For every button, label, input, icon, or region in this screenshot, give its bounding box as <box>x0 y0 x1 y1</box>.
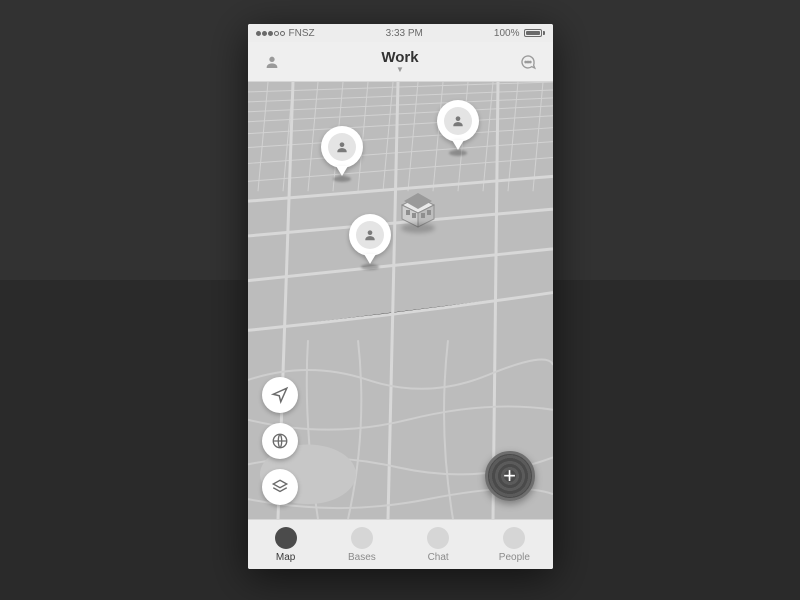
map-tools <box>262 377 298 505</box>
tab-icon <box>275 527 297 549</box>
tab-label: Bases <box>348 552 376 563</box>
signal-dots-icon <box>256 31 285 36</box>
map-pin-person[interactable] <box>437 100 479 152</box>
map-pin-person[interactable] <box>321 126 363 178</box>
profile-icon[interactable] <box>260 50 284 74</box>
tab-people[interactable]: People <box>476 527 552 563</box>
tab-label: Map <box>276 552 295 563</box>
tab-chat[interactable]: Chat <box>400 527 476 563</box>
phone-frame: FNSZ 3:33 PM 100% Work ▼ <box>248 24 553 569</box>
tab-icon <box>351 527 373 549</box>
clock-label: 3:33 PM <box>386 28 423 39</box>
chat-icon[interactable] <box>516 50 540 74</box>
page-title: Work <box>381 50 418 65</box>
tab-icon <box>427 527 449 549</box>
status-bar: FNSZ 3:33 PM 100% <box>248 24 553 42</box>
locate-button[interactable] <box>262 377 298 413</box>
tab-label: Chat <box>428 552 449 563</box>
globe-button[interactable] <box>262 423 298 459</box>
tab-label: People <box>499 552 530 563</box>
person-icon <box>356 221 384 249</box>
tab-icon <box>503 527 525 549</box>
person-icon <box>444 107 472 135</box>
title-dropdown[interactable]: Work ▼ <box>381 50 418 74</box>
carrier-label: FNSZ <box>289 28 315 39</box>
building-marker[interactable] <box>396 187 440 231</box>
layers-button[interactable] <box>262 469 298 505</box>
map-pin-person[interactable] <box>349 214 391 266</box>
map-canvas[interactable]: + <box>248 82 553 519</box>
tab-bar: Map Bases Chat People <box>248 519 553 569</box>
plus-icon: + <box>503 463 516 489</box>
battery-percent-label: 100% <box>494 28 520 39</box>
person-icon <box>328 133 356 161</box>
chevron-down-icon: ▼ <box>396 66 404 74</box>
tab-map[interactable]: Map <box>248 527 324 563</box>
tab-bases[interactable]: Bases <box>324 527 400 563</box>
add-button[interactable]: + <box>485 451 535 501</box>
nav-header: Work ▼ <box>248 42 553 82</box>
battery-icon <box>524 29 545 37</box>
